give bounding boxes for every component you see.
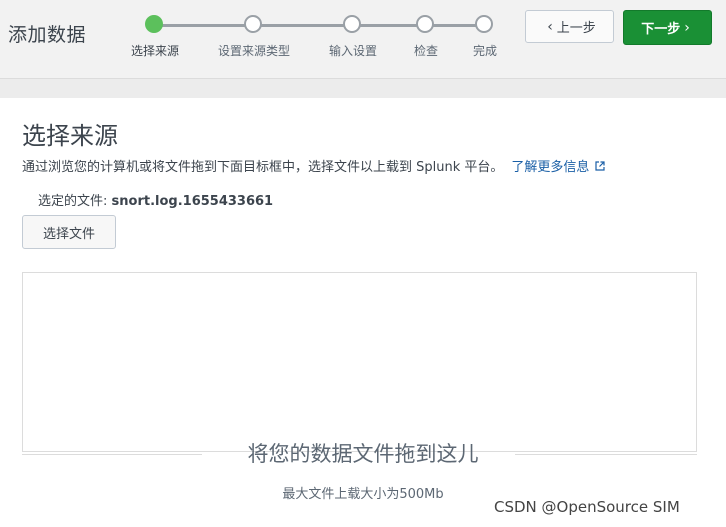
description-text: 通过浏览您的计算机或将文件拖到下面目标框中，选择文件以上载到 Splunk 平台…	[22, 160, 504, 175]
page-title: 添加数据	[8, 24, 87, 46]
step-dot-source-type	[244, 15, 262, 33]
watermark: CSDN @OpenSource SIM	[494, 498, 680, 516]
chevron-right-icon: ›	[684, 19, 690, 36]
step-dot-review	[416, 15, 434, 33]
step-label-done: 完成	[472, 44, 498, 58]
step-label-select-source: 选择来源	[130, 44, 180, 58]
learn-more-link[interactable]: 了解更多信息	[511, 160, 606, 175]
learn-more-label: 了解更多信息	[511, 160, 590, 175]
step-label-input-settings: 输入设置	[328, 44, 378, 58]
external-link-icon	[595, 161, 606, 174]
selected-file-name: snort.log.1655433661	[111, 194, 274, 209]
previous-button[interactable]: ‹ 上一步	[525, 10, 614, 43]
step-dot-select-source	[145, 15, 163, 33]
chevron-left-icon: ‹	[547, 18, 553, 35]
next-button-label: 下一步	[641, 22, 681, 37]
next-button[interactable]: 下一步 ›	[623, 10, 712, 45]
description: 通过浏览您的计算机或将文件拖到下面目标框中，选择文件以上载到 Splunk 平台…	[22, 156, 606, 175]
previous-button-label: 上一步	[556, 21, 596, 36]
step-label-review: 检查	[413, 44, 439, 58]
section-title: 选择来源	[22, 122, 118, 150]
step-label-source-type: 设置来源类型	[217, 44, 291, 58]
wizard-header: 添加数据 选择来源 设置来源类型 输入设置 检查 完成 ‹ 上一步 下一步 ›	[0, 0, 726, 79]
select-source-panel: 选择来源 通过浏览您的计算机或将文件拖到下面目标框中，选择文件以上载到 Splu…	[0, 98, 726, 527]
step-dot-done	[475, 15, 493, 33]
selected-file-label: 选定的文件:	[38, 194, 108, 209]
file-drop-zone[interactable]	[22, 272, 697, 452]
steps-connector	[154, 24, 484, 27]
select-file-button[interactable]: 选择文件	[22, 215, 116, 249]
step-dot-input-settings	[343, 15, 361, 33]
drop-zone-title: 将您的数据文件拖到这儿	[247, 442, 479, 466]
selected-file: 选定的文件: snort.log.1655433661	[38, 190, 273, 209]
